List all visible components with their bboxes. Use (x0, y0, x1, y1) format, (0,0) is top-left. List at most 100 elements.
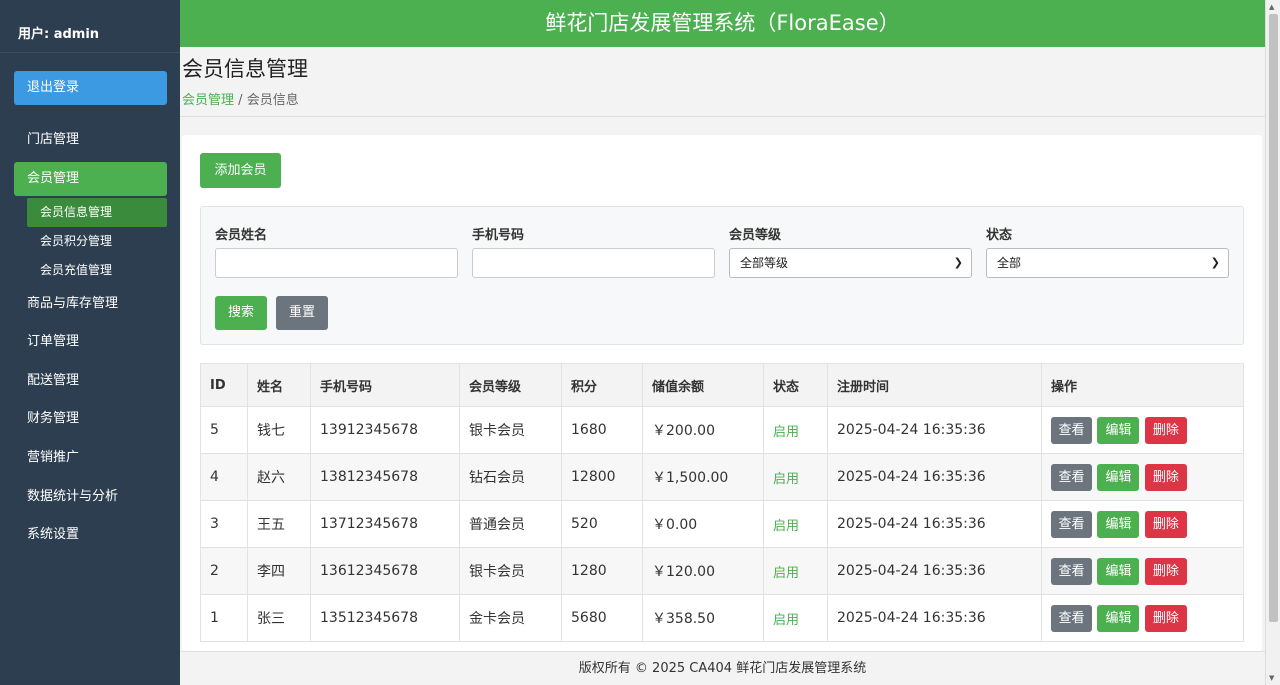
delete-button[interactable]: 删除 (1144, 463, 1187, 491)
cell-phone: 13912345678 (310, 406, 460, 454)
delete-button[interactable]: 删除 (1144, 510, 1187, 538)
reset-button[interactable]: 重置 (276, 296, 328, 330)
phone-input[interactable] (472, 248, 715, 278)
col-level: 会员等级 (459, 363, 562, 407)
page-header: 会员信息管理 会员管理 / 会员信息 (180, 47, 1265, 117)
page-title: 会员信息管理 (182, 57, 308, 81)
cell-id: 3 (200, 500, 248, 548)
col-name: 姓名 (247, 363, 311, 407)
sidebar-item-stats[interactable]: 数据统计与分析 (14, 478, 167, 517)
sidebar-item-member[interactable]: 会员管理 (14, 161, 167, 196)
breadcrumb: 会员管理 / 会员信息 (182, 89, 299, 108)
member-table: ID 姓名 手机号码 会员等级 积分 储值余额 状态 注册时间 操作 5 钱七 … (200, 363, 1244, 642)
scroll-down-arrow-icon[interactable]: ▼ (1269, 674, 1274, 682)
cell-level: 金卡会员 (459, 594, 562, 642)
table-row: 5 钱七 13912345678 银卡会员 1680 ￥200.00 启用 20… (200, 406, 1244, 454)
breadcrumb-parent-link[interactable]: 会员管理 (182, 93, 234, 108)
delete-button[interactable]: 删除 (1144, 557, 1187, 585)
cell-balance: ￥0.00 (642, 500, 764, 548)
edit-button[interactable]: 编辑 (1097, 510, 1140, 538)
cell-name: 王五 (247, 500, 311, 548)
add-member-button[interactable]: 添加会员 (200, 153, 281, 188)
sidebar-item-settings[interactable]: 系统设置 (14, 516, 167, 555)
page-scrollbar[interactable]: ▲ ▼ (1265, 0, 1280, 685)
sidebar-subitem-member-points[interactable]: 会员积分管理 (27, 227, 167, 256)
cell-name: 张三 (247, 594, 311, 642)
chevron-down-icon: ❯ (1210, 256, 1220, 269)
sidebar-item-finance[interactable]: 财务管理 (14, 400, 167, 439)
view-button[interactable]: 查看 (1051, 604, 1092, 632)
cell-reg-time: 2025-04-24 16:35:36 (827, 594, 1042, 642)
filter-panel: 会员姓名 手机号码 会员等级 全部等级 ❯ 状态 全部 ❯ 搜索 重置 (200, 206, 1244, 345)
cell-status: 启用 (763, 594, 828, 642)
sidebar-item-delivery[interactable]: 配送管理 (14, 362, 167, 401)
sidebar-subitem-member-info[interactable]: 会员信息管理 (27, 197, 167, 227)
edit-button[interactable]: 编辑 (1097, 416, 1140, 444)
logout-button[interactable]: 退出登录 (14, 71, 167, 105)
table-row: 4 赵六 13812345678 钻石会员 12800 ￥1,500.00 启用… (200, 453, 1244, 501)
cell-name: 李四 (247, 547, 311, 595)
breadcrumb-separator: / (238, 93, 243, 108)
cell-actions: 查看 编辑 删除 (1041, 594, 1244, 642)
delete-button[interactable]: 删除 (1144, 416, 1187, 444)
cell-reg-time: 2025-04-24 16:35:36 (827, 453, 1042, 501)
level-select-value: 全部等级 (740, 256, 789, 270)
cell-status: 启用 (763, 500, 828, 548)
view-button[interactable]: 查看 (1051, 510, 1092, 538)
cell-level: 普通会员 (459, 500, 562, 548)
cell-reg-time: 2025-04-24 16:35:36 (827, 406, 1042, 454)
status-label: 状态 (986, 228, 1013, 243)
name-label: 会员姓名 (215, 228, 268, 243)
scrollbar-thumb[interactable] (1269, 14, 1278, 622)
edit-button[interactable]: 编辑 (1097, 557, 1140, 585)
delete-button[interactable]: 删除 (1144, 604, 1187, 632)
cell-points: 5680 (561, 594, 643, 642)
sidebar-item-orders[interactable]: 订单管理 (14, 323, 167, 362)
sidebar-item-marketing[interactable]: 营销推广 (14, 439, 167, 478)
table-header-row: ID 姓名 手机号码 会员等级 积分 储值余额 状态 注册时间 操作 (200, 363, 1244, 407)
sidebar-item-store[interactable]: 门店管理 (14, 121, 167, 160)
member-submenu: 会员信息管理 会员积分管理 会员充值管理 (27, 197, 167, 285)
edit-button[interactable]: 编辑 (1097, 463, 1140, 491)
cell-points: 1280 (561, 547, 643, 595)
current-user: 用户: admin (0, 0, 180, 53)
edit-button[interactable]: 编辑 (1097, 604, 1140, 632)
sidebar: 用户: admin 退出登录 门店管理 会员管理 会员信息管理 会员积分管理 会… (0, 0, 180, 685)
cell-status: 启用 (763, 406, 828, 454)
cell-level: 银卡会员 (459, 406, 562, 454)
col-actions: 操作 (1041, 363, 1244, 407)
col-status: 状态 (763, 363, 828, 407)
cell-balance: ￥358.50 (642, 594, 764, 642)
cell-phone: 13812345678 (310, 453, 460, 501)
cell-id: 5 (200, 406, 248, 454)
cell-reg-time: 2025-04-24 16:35:36 (827, 500, 1042, 548)
cell-reg-time: 2025-04-24 16:35:36 (827, 547, 1042, 595)
status-select[interactable]: 全部 ❯ (986, 248, 1229, 278)
cell-phone: 13612345678 (310, 547, 460, 595)
level-label: 会员等级 (729, 228, 782, 243)
view-button[interactable]: 查看 (1051, 463, 1092, 491)
cell-status: 启用 (763, 453, 828, 501)
cell-phone: 13712345678 (310, 500, 460, 548)
view-button[interactable]: 查看 (1051, 557, 1092, 585)
sidebar-item-goods[interactable]: 商品与库存管理 (14, 285, 167, 324)
search-button[interactable]: 搜索 (215, 296, 267, 330)
breadcrumb-current: 会员信息 (246, 93, 299, 108)
page-footer: 版权所有 © 2025 CA404 鲜花门店发展管理系统 (180, 651, 1265, 685)
cell-status: 启用 (763, 547, 828, 595)
col-reg-time: 注册时间 (827, 363, 1042, 407)
table-row: 3 王五 13712345678 普通会员 520 ￥0.00 启用 2025-… (200, 500, 1244, 548)
scroll-up-arrow-icon[interactable]: ▲ (1269, 3, 1274, 11)
cell-actions: 查看 编辑 删除 (1041, 500, 1244, 548)
level-select[interactable]: 全部等级 ❯ (729, 248, 972, 278)
sidebar-subitem-member-recharge[interactable]: 会员充值管理 (27, 256, 167, 285)
cell-points: 12800 (561, 453, 643, 501)
col-phone: 手机号码 (310, 363, 460, 407)
view-button[interactable]: 查看 (1051, 416, 1092, 444)
name-input[interactable] (215, 248, 458, 278)
phone-label: 手机号码 (472, 228, 525, 243)
cell-name: 赵六 (247, 453, 311, 501)
cell-level: 银卡会员 (459, 547, 562, 595)
col-points: 积分 (561, 363, 643, 407)
status-select-value: 全部 (997, 256, 1022, 270)
